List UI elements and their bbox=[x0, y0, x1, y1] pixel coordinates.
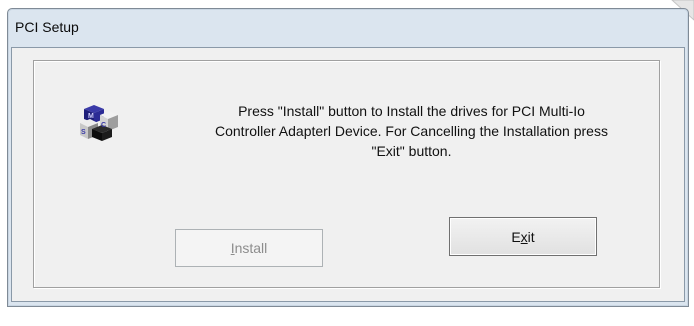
setup-dialog-window: PCI Setup M S C Press "Install" button t… bbox=[7, 8, 689, 307]
install-button-rest: nstall bbox=[234, 240, 268, 256]
exit-button[interactable]: Ex it bbox=[449, 217, 597, 256]
exit-button-rest: it bbox=[527, 228, 535, 245]
msc-cubes-icon: M S C bbox=[80, 105, 118, 141]
svg-text:M: M bbox=[88, 113, 94, 120]
exit-button-prefix: E bbox=[511, 228, 521, 245]
message-group-box: M S C Press "Install" button to Install … bbox=[33, 60, 660, 288]
message-line: Press "Install" button to Install the dr… bbox=[238, 103, 585, 119]
window-title: PCI Setup bbox=[15, 19, 79, 35]
svg-text:S: S bbox=[81, 129, 86, 136]
svg-text:C: C bbox=[101, 122, 106, 129]
message-line: "Exit" button. bbox=[371, 143, 452, 159]
dialog-client-area: M S C Press "Install" button to Install … bbox=[11, 47, 685, 302]
install-button[interactable]: Install bbox=[175, 229, 323, 267]
instruction-message: Press "Install" button to Install the dr… bbox=[159, 101, 664, 161]
message-line: Controller Adapterl Device. For Cancelli… bbox=[215, 123, 608, 139]
title-bar[interactable]: PCI Setup bbox=[8, 9, 688, 47]
exit-button-mnemonic: x bbox=[520, 228, 528, 245]
